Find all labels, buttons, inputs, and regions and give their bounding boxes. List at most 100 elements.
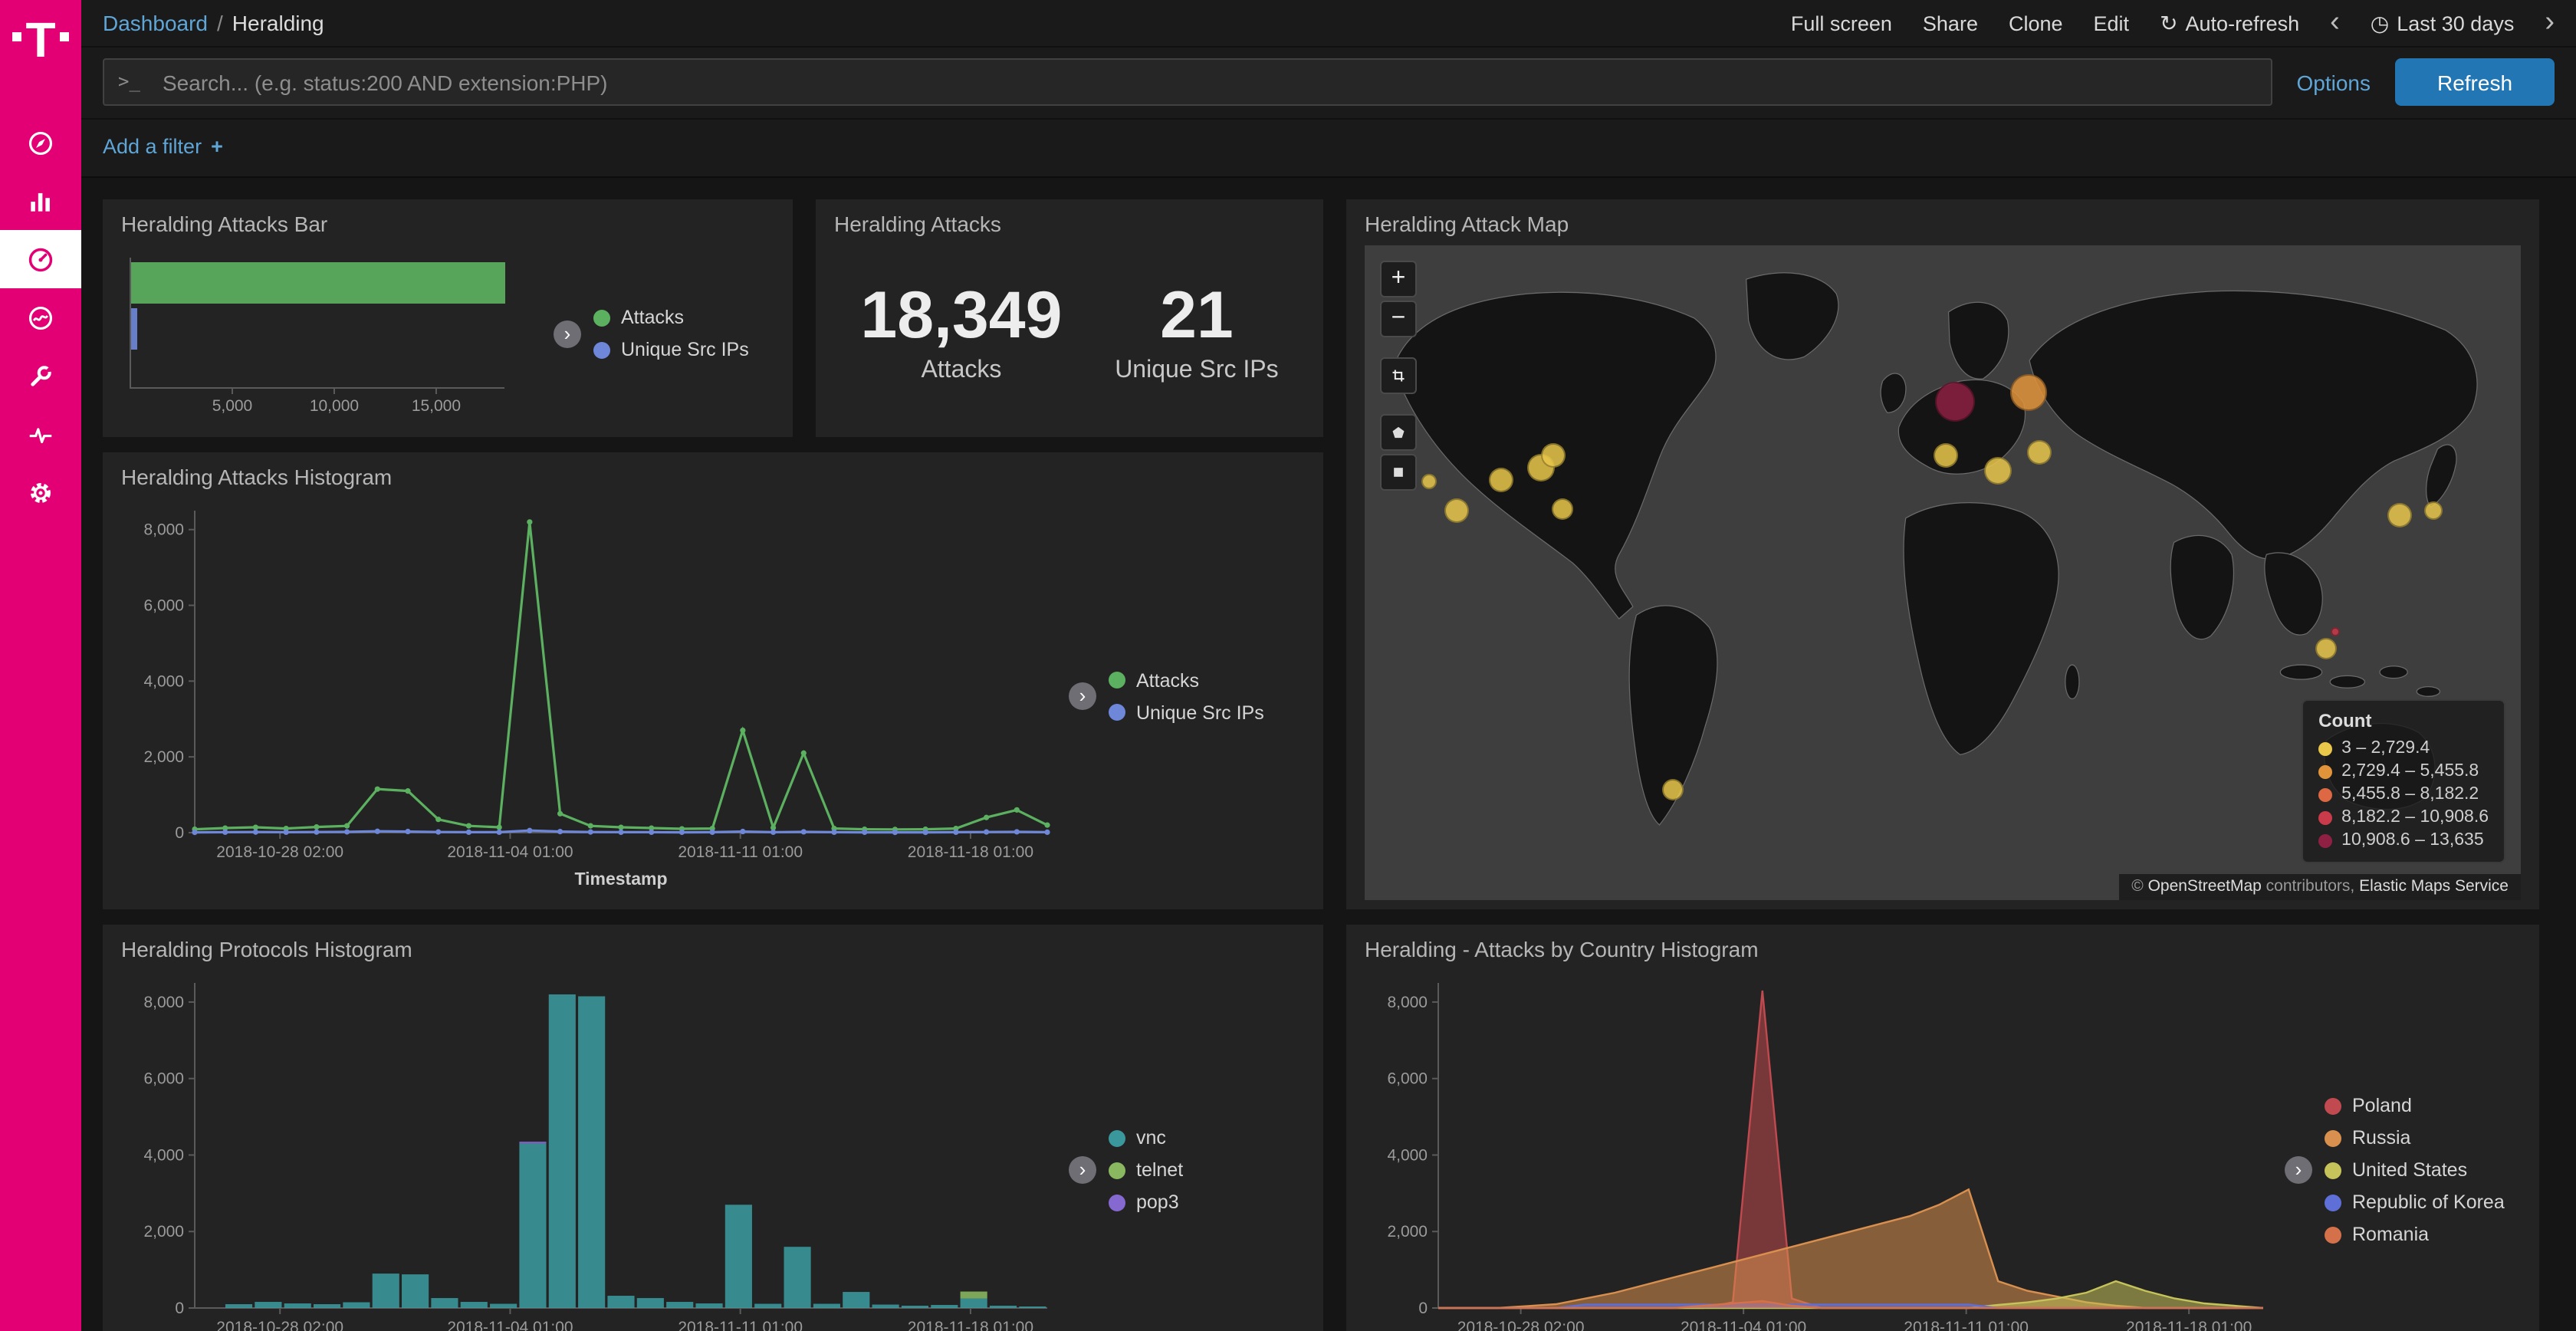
svg-text:2018-10-28 02:00: 2018-10-28 02:00 xyxy=(216,1319,343,1331)
attack-map-marker[interactable] xyxy=(1489,468,1513,492)
zoom-out-button[interactable]: − xyxy=(1380,301,1417,337)
clone-button[interactable]: Clone xyxy=(2009,12,2063,35)
sidebar-item-timelion[interactable] xyxy=(0,288,81,347)
attack-map-marker[interactable] xyxy=(2387,503,2412,527)
bar-Unique Src IPs[interactable] xyxy=(131,308,137,350)
time-forward-button[interactable]: › xyxy=(2545,7,2555,36)
panel-title[interactable]: Heralding Attack Map xyxy=(1365,212,2521,236)
search-input[interactable] xyxy=(103,58,2272,106)
svg-text:15,000: 15,000 xyxy=(412,397,461,415)
attack-map-marker[interactable] xyxy=(2316,638,2338,659)
sidebar-item-visualize[interactable] xyxy=(0,172,81,230)
legend-item-Attacks[interactable]: Attacks xyxy=(1109,669,1264,691)
legend-item-vnc[interactable]: vnc xyxy=(1109,1127,1183,1149)
attack-map-marker[interactable] xyxy=(1445,498,1470,522)
attacks-bar-legend: › Attacks Unique Src IPs xyxy=(547,239,774,428)
svg-text:2018-10-28 02:00: 2018-10-28 02:00 xyxy=(1457,1319,1585,1331)
svg-text:2018-11-11 01:00: 2018-11-11 01:00 xyxy=(678,1319,803,1331)
attack-map-marker[interactable] xyxy=(2330,627,2339,636)
share-button[interactable]: Share xyxy=(1923,12,1978,35)
svg-text:2018-11-04 01:00: 2018-11-04 01:00 xyxy=(447,1319,573,1331)
legend-item-Romania[interactable]: Romania xyxy=(2325,1224,2505,1245)
legend-color-dot xyxy=(1109,672,1125,689)
series-pop3 xyxy=(519,1142,546,1143)
openstreetmap-link[interactable]: OpenStreetMap xyxy=(2148,877,2262,896)
panel-title[interactable]: Heralding - Attacks by Country Histogram xyxy=(1365,937,2521,961)
legend-item-telnet[interactable]: telnet xyxy=(1109,1159,1183,1181)
world-map[interactable]: + − xyxy=(1365,245,2521,900)
legend-color-dot xyxy=(2318,764,2332,778)
refresh-button[interactable]: Refresh xyxy=(2395,58,2555,106)
protocols-histogram-legend: › vnc telnet pop3 xyxy=(1063,965,1305,1331)
svg-text:0: 0 xyxy=(175,1300,184,1317)
legend-item-pop3[interactable]: pop3 xyxy=(1109,1191,1183,1213)
rectangle-draw-icon[interactable] xyxy=(1380,454,1417,491)
attack-map-marker[interactable] xyxy=(1421,473,1437,488)
breadcrumb: Dashboard / Heralding xyxy=(103,11,324,35)
panel-title[interactable]: Heralding Protocols Histogram xyxy=(121,937,1305,961)
topnav-actions: Full screen Share Clone Edit ↻ Auto-refr… xyxy=(1791,10,2555,36)
polygon-draw-icon[interactable] xyxy=(1380,414,1417,451)
legend-items: vnc telnet pop3 xyxy=(1109,1127,1183,1213)
legend-item-Republic of Korea[interactable]: Republic of Korea xyxy=(2325,1191,2505,1213)
legend-toggle-icon[interactable]: › xyxy=(554,320,581,347)
legend-item-United States[interactable]: United States xyxy=(2325,1159,2505,1181)
legend-color-dot xyxy=(2325,1226,2341,1243)
edit-button[interactable]: Edit xyxy=(2094,12,2130,35)
elastic-maps-service-link[interactable]: Elastic Maps Service xyxy=(2359,877,2509,896)
query-options-link[interactable]: Options xyxy=(2297,70,2371,94)
legend-item-Unique Src IPs[interactable]: Unique Src IPs xyxy=(1109,702,1264,723)
legend-label: Unique Src IPs xyxy=(1136,702,1264,723)
legend-toggle-icon[interactable]: › xyxy=(2285,1156,2312,1184)
legend-label: Republic of Korea xyxy=(2352,1191,2505,1213)
attack-map-marker[interactable] xyxy=(2010,374,2047,411)
sidebar-item-management[interactable] xyxy=(0,463,81,521)
panel-title[interactable]: Heralding Attacks Histogram xyxy=(121,465,1305,489)
dashboard-grid: Heralding Attacks Bar 5,00010,00015,000 … xyxy=(103,199,2539,1331)
time-back-button[interactable]: ‹ xyxy=(2330,7,2340,36)
legend-item-Russia[interactable]: Russia xyxy=(2325,1127,2505,1149)
sidebar-item-dashboard[interactable] xyxy=(0,230,81,288)
map-attribution: © OpenStreetMap contributors, Elastic Ma… xyxy=(2119,874,2521,900)
add-filter-button[interactable]: Add a filter + xyxy=(103,135,223,158)
legend-label: Romania xyxy=(2352,1224,2429,1245)
legend-item-Poland[interactable]: Poland xyxy=(2325,1095,2505,1116)
attack-map-marker[interactable] xyxy=(2425,502,2443,521)
time-range-button[interactable]: ◷ Last 30 days xyxy=(2371,10,2515,36)
full-screen-button[interactable]: Full screen xyxy=(1791,12,1892,35)
legend-color-dot xyxy=(593,309,610,326)
fit-bounds-crop-icon[interactable] xyxy=(1380,357,1417,394)
panel-title[interactable]: Heralding Attacks Bar xyxy=(121,212,774,236)
legend-color-dot xyxy=(1109,1162,1125,1178)
attack-map-marker[interactable] xyxy=(1541,444,1566,468)
legend-item-Attacks[interactable]: Attacks xyxy=(593,307,749,328)
refresh-cycle-icon: ↻ xyxy=(2160,10,2177,36)
legend-item-Unique Src IPs[interactable]: Unique Src IPs xyxy=(593,339,749,360)
breadcrumb-dashboard-link[interactable]: Dashboard xyxy=(103,11,208,35)
legend-toggle-icon[interactable]: › xyxy=(1069,682,1096,710)
legend-color-dot xyxy=(593,341,610,358)
attack-map-marker[interactable] xyxy=(1934,442,1959,467)
svg-text:2018-11-04 01:00: 2018-11-04 01:00 xyxy=(1681,1319,1806,1331)
sidebar-item-monitoring[interactable] xyxy=(0,405,81,463)
panel-title[interactable]: Heralding Attacks xyxy=(834,212,1305,236)
sidebar-item-discover[interactable] xyxy=(0,113,81,172)
attack-map-marker[interactable] xyxy=(2026,439,2051,464)
legend-toggle-icon[interactable]: › xyxy=(1069,1156,1096,1184)
map-legend-row: 2,729.4 – 5,455.8 xyxy=(2318,762,2489,781)
attack-map-marker[interactable] xyxy=(1552,498,1573,519)
legend-label: pop3 xyxy=(1136,1191,1179,1213)
attack-map-marker[interactable] xyxy=(1934,381,1974,421)
telekom-logo[interactable]: T xyxy=(0,0,81,95)
attack-map-marker[interactable] xyxy=(1663,779,1684,800)
svg-text:2018-10-28 02:00: 2018-10-28 02:00 xyxy=(216,843,343,861)
attack-map-marker[interactable] xyxy=(1984,458,2012,485)
auto-refresh-label: Auto-refresh xyxy=(2186,12,2300,35)
legend-color-dot xyxy=(2318,787,2332,801)
sidebar-item-devtools[interactable] xyxy=(0,347,81,405)
auto-refresh-button[interactable]: ↻ Auto-refresh xyxy=(2160,10,2299,36)
panel-protocols-histogram: Heralding Protocols Histogram 02,0004,00… xyxy=(103,925,1323,1331)
zoom-in-button[interactable]: + xyxy=(1380,261,1417,297)
bar-Attacks[interactable] xyxy=(131,262,505,304)
panel-country-histogram: Heralding - Attacks by Country Histogram… xyxy=(1346,925,2539,1331)
